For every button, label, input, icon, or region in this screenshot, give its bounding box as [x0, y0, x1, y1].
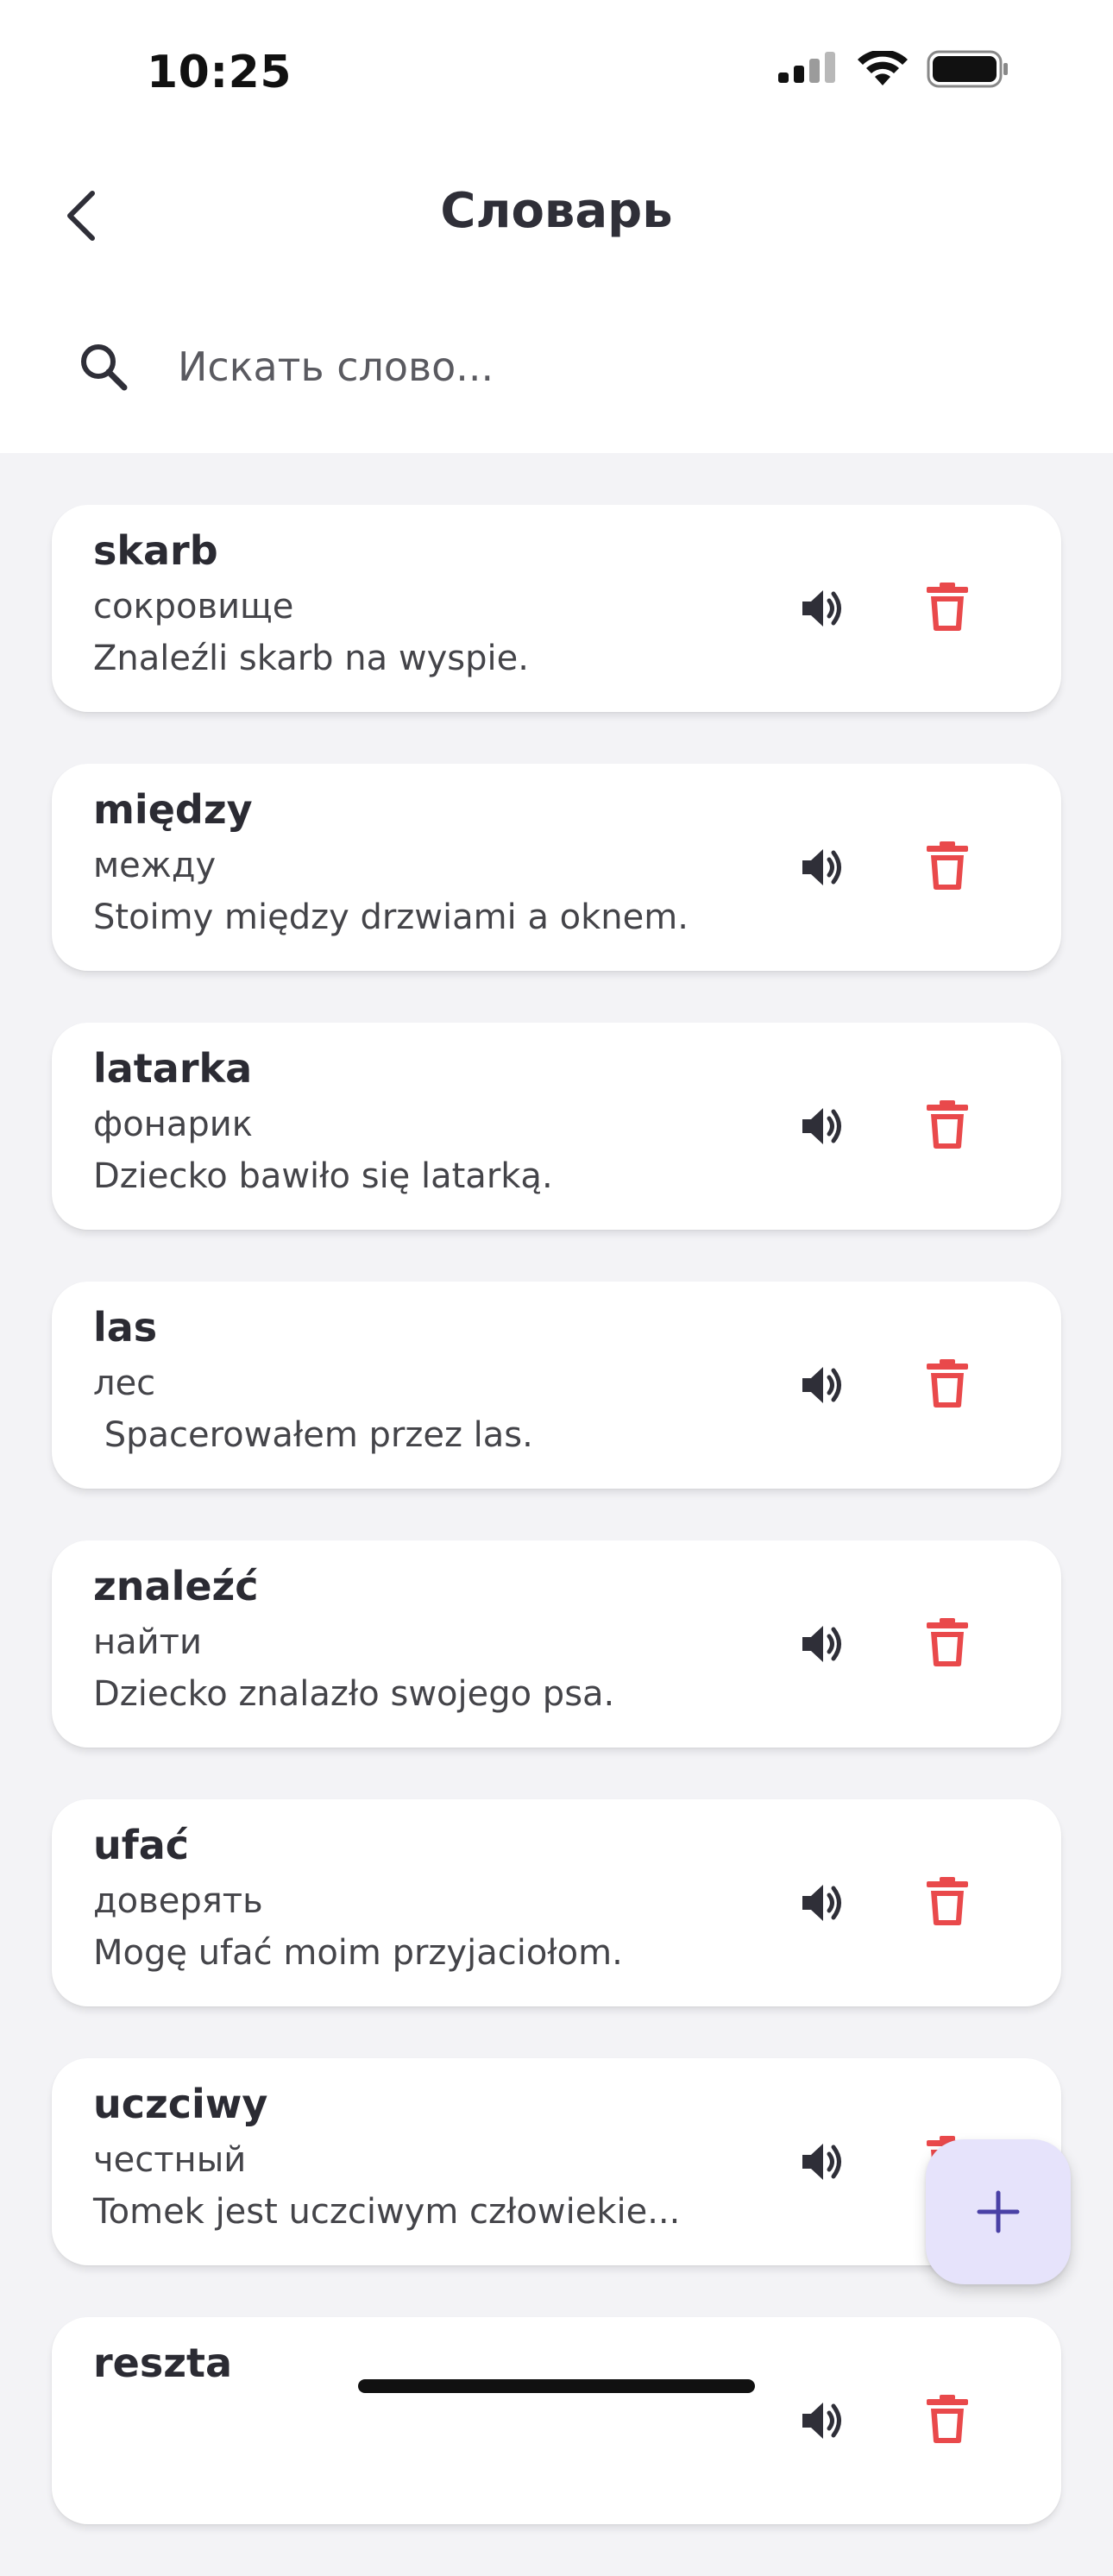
delete-button[interactable]	[911, 1606, 984, 1678]
word-example: Znaleźli skarb na wyspie.	[93, 639, 529, 678]
play-audio-button[interactable]	[787, 1867, 859, 1939]
word-example: Dziecko znalazło swojego psa.	[93, 1674, 615, 1714]
delete-button[interactable]	[911, 570, 984, 643]
word-example: Spacerowałem przez las.	[93, 1415, 533, 1455]
search-input[interactable]	[176, 343, 956, 391]
status-time: 10:25	[147, 47, 292, 98]
word-card[interactable]: ufać доверять Mogę ufać moim przyjacioło…	[52, 1799, 1061, 2006]
plus-icon	[977, 2190, 1020, 2233]
word-card[interactable]: skarb сокровище Znaleźli skarb na wyspie…	[52, 505, 1061, 712]
word-example: Tomek jest uczciwym człowiekie...	[93, 2192, 681, 2232]
word-text: uczciwy	[93, 2081, 268, 2127]
delete-button[interactable]	[911, 829, 984, 902]
play-audio-button[interactable]	[787, 831, 859, 904]
delete-button[interactable]	[911, 1088, 984, 1161]
speaker-icon	[802, 1108, 841, 1144]
search-bar	[76, 328, 1042, 406]
trash-icon	[927, 1359, 968, 1408]
signal-icon	[778, 52, 835, 83]
wifi-icon	[858, 51, 908, 85]
trash-icon	[927, 583, 968, 631]
home-indicator	[358, 2379, 755, 2393]
search-icon	[81, 344, 128, 391]
play-audio-button[interactable]	[787, 2126, 859, 2198]
play-audio-button[interactable]	[787, 572, 859, 645]
trash-icon	[927, 1618, 968, 1666]
speaker-icon	[802, 2403, 841, 2439]
speaker-icon	[802, 1626, 841, 1662]
word-text: znaleźć	[93, 1563, 259, 1609]
word-card[interactable]: reszta	[52, 2317, 1061, 2524]
trash-icon	[927, 841, 968, 890]
play-audio-button[interactable]	[787, 1090, 859, 1162]
trash-icon	[927, 1877, 968, 1925]
word-text: ufać	[93, 1822, 190, 1868]
delete-button[interactable]	[911, 1865, 984, 1937]
speaker-icon	[802, 590, 841, 627]
word-text: las	[93, 1304, 158, 1351]
play-audio-button[interactable]	[787, 1349, 859, 1421]
speaker-icon	[802, 1367, 841, 1403]
word-text: latarka	[93, 1045, 253, 1092]
word-example: Stoimy między drzwiami a oknem.	[93, 898, 689, 937]
delete-button[interactable]	[911, 1347, 984, 1420]
word-text: skarb	[93, 527, 218, 574]
word-text: reszta	[93, 2340, 233, 2386]
status-icons	[778, 50, 1009, 88]
top-bar: 10:25 Словарь	[0, 0, 1113, 453]
trash-icon	[927, 2395, 968, 2443]
word-card[interactable]: między между Stoimy między drzwiami a ok…	[52, 764, 1061, 971]
speaker-icon	[802, 2144, 841, 2180]
delete-button[interactable]	[911, 2383, 984, 2455]
word-card[interactable]: uczciwy честный Tomek jest uczciwym czło…	[52, 2058, 1061, 2265]
word-card[interactable]: latarka фонарик Dziecko bawiło się latar…	[52, 1023, 1061, 1230]
trash-icon	[927, 1100, 968, 1149]
battery-icon	[927, 50, 1008, 88]
add-word-button[interactable]	[926, 2139, 1071, 2284]
word-card[interactable]: znaleźć найти Dziecko znalazło swojego p…	[52, 1540, 1061, 1748]
speaker-icon	[802, 1885, 841, 1921]
word-example: Dziecko bawiło się latarką.	[93, 1156, 553, 1196]
word-list: skarb сокровище Znaleźli skarb na wyspie…	[52, 505, 1061, 2576]
word-example: Mogę ufać moim przyjaciołom.	[93, 1933, 623, 1973]
speaker-icon	[802, 849, 841, 885]
page-title: Словарь	[440, 183, 673, 239]
play-audio-button[interactable]	[787, 2384, 859, 2457]
word-card[interactable]: las лес Spacerowałem przez las.	[52, 1282, 1061, 1489]
word-text: między	[93, 786, 253, 833]
play-audio-button[interactable]	[787, 1608, 859, 1680]
